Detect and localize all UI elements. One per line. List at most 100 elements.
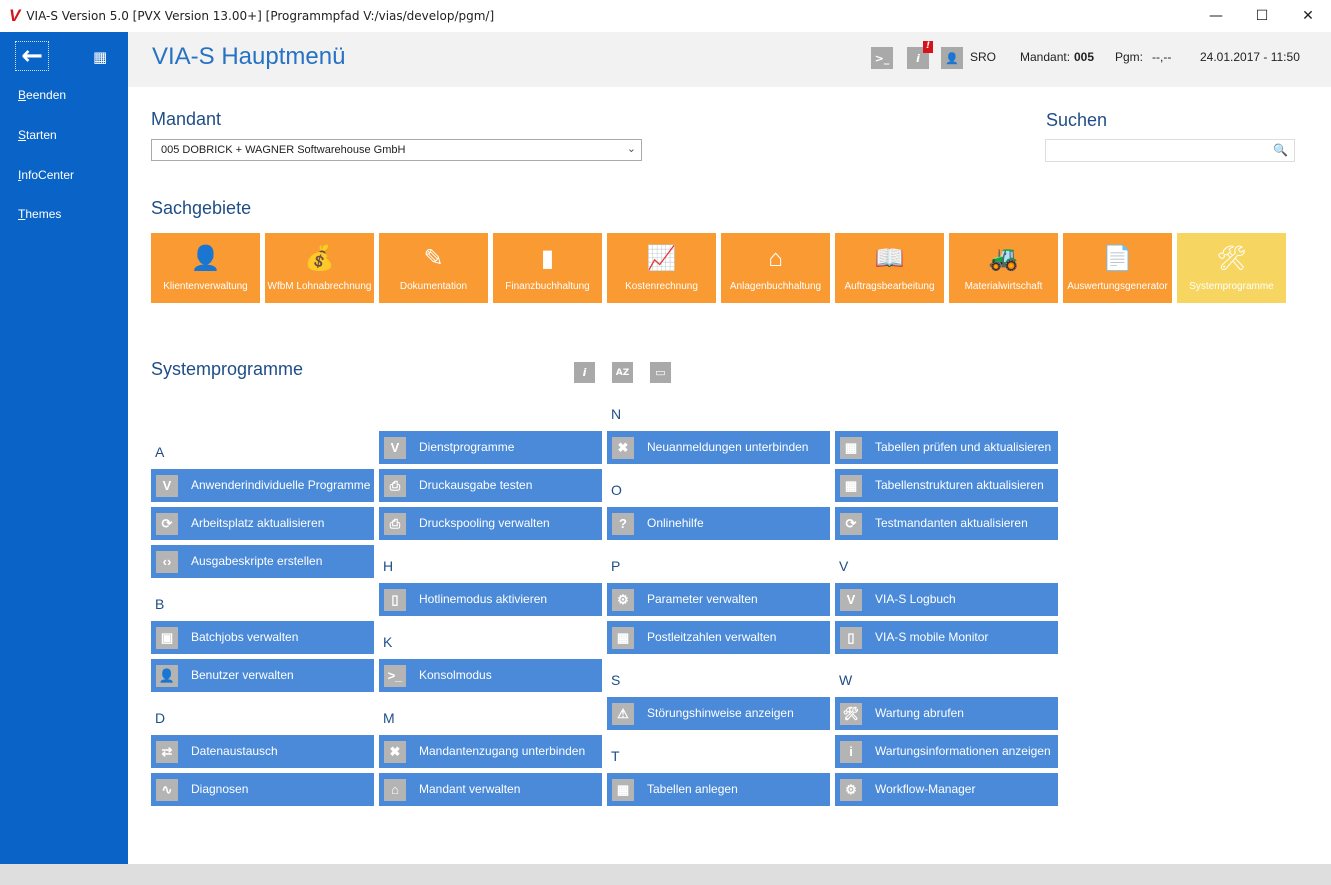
group-letter: N <box>611 406 622 422</box>
category-tile[interactable]: ▮ Finanzbuchhaltung <box>493 233 602 303</box>
program-tile[interactable]: ‹› Ausgabeskripte erstellen <box>151 545 374 578</box>
window-icon[interactable]: ▭ <box>650 362 671 383</box>
back-arrow-icon[interactable]: ← <box>15 41 49 71</box>
group-letter: M <box>383 710 395 726</box>
program-label: Konsolmodus <box>419 668 492 682</box>
category-tile[interactable]: 🚜 Materialwirtschaft <box>949 233 1058 303</box>
sidebar-item-themes[interactable]: Themes <box>18 207 61 221</box>
program-icon: ▦ <box>840 436 862 459</box>
minimize-button[interactable]: — <box>1193 0 1239 32</box>
program-label: Tabellenstrukturen aktualisieren <box>875 478 1044 492</box>
program-tile[interactable]: ∿ Diagnosen <box>151 773 374 806</box>
group-letter: W <box>839 672 853 688</box>
group-letter: V <box>839 558 849 574</box>
program-tile[interactable]: ✖ Mandantenzugang unterbinden <box>379 735 602 768</box>
category-tile[interactable]: 💰 WfbM Lohnabrechnung <box>265 233 374 303</box>
user-icon[interactable]: 👤 <box>941 47 963 69</box>
category-tile[interactable]: 🛠 Systemprogramme <box>1177 233 1286 303</box>
category-label: Systemprogramme <box>1189 281 1274 292</box>
program-tile[interactable]: ⚙ Parameter verwalten <box>607 583 830 616</box>
mandant-select[interactable]: 005 DOBRICK + WAGNER Softwarehouse GmbH ⌄ <box>151 139 642 161</box>
program-label: Batchjobs verwalten <box>191 630 299 644</box>
program-tile[interactable]: ⇄ Datenaustausch <box>151 735 374 768</box>
program-icon: ▯ <box>840 626 862 649</box>
group-letter: K <box>383 634 393 650</box>
category-icon: 📖 <box>874 245 905 272</box>
sidebar-item-starten[interactable]: Starten <box>18 128 57 142</box>
program-tile[interactable]: ⟳ Arbeitsplatz aktualisieren <box>151 507 374 540</box>
info-alert-icon[interactable]: i! <box>907 41 933 69</box>
program-icon: ⟳ <box>840 512 862 535</box>
category-tile[interactable]: ✎ Dokumentation <box>379 233 488 303</box>
program-tile[interactable]: ⌂ Mandant verwalten <box>379 773 602 806</box>
program-tile[interactable]: ⎙ Druckspooling verwalten <box>379 507 602 540</box>
sort-az-icon[interactable]: AZ <box>612 362 633 383</box>
program-tile[interactable]: ⎙ Druckausgabe testen <box>379 469 602 502</box>
program-tile[interactable]: V VIA-S Logbuch <box>835 583 1058 616</box>
program-tile[interactable]: ▦ Tabellen anlegen <box>607 773 830 806</box>
category-label: Auswertungsgenerator <box>1067 281 1168 292</box>
category-label: WfbM Lohnabrechnung <box>267 281 372 292</box>
header: VIA-S Hauptmenü >_ i! 👤 SRO Mandant: 005… <box>128 32 1331 87</box>
mandant-value: 005 <box>1074 50 1095 64</box>
program-label: Testmandanten aktualisieren <box>875 516 1028 530</box>
info-icon[interactable]: i <box>574 362 595 383</box>
pgm-value: --,-- <box>1152 50 1172 64</box>
program-label: Arbeitsplatz aktualisieren <box>191 516 325 530</box>
maximize-button[interactable]: ☐ <box>1239 0 1285 32</box>
program-icon: i <box>840 740 862 763</box>
program-tile[interactable]: V Dienstprogramme <box>379 431 602 464</box>
program-tile[interactable]: ▦ Tabellenstrukturen aktualisieren <box>835 469 1058 502</box>
label: nfoCenter <box>21 168 75 182</box>
program-tile[interactable]: i Wartungsinformationen anzeigen <box>835 735 1058 768</box>
program-tile[interactable]: ▦ Tabellen prüfen und aktualisieren <box>835 431 1058 464</box>
category-icon: 💰 <box>304 245 335 272</box>
program-tile[interactable]: ⟳ Testmandanten aktualisieren <box>835 507 1058 540</box>
sidebar-item-beenden[interactable]: Beenden <box>18 88 66 102</box>
category-tile[interactable]: 📈 Kostenrechnung <box>607 233 716 303</box>
accesskey: S <box>18 128 27 142</box>
program-tile[interactable]: 🛠 Wartung abrufen <box>835 697 1058 730</box>
program-tile[interactable]: ⚙ Workflow-Manager <box>835 773 1058 806</box>
category-tile[interactable]: ⌂ Anlagenbuchhaltung <box>721 233 830 303</box>
category-tile[interactable]: 👤 Klientenverwaltung <box>151 233 260 303</box>
apps-grid-icon[interactable]: ▦ <box>93 48 107 66</box>
program-tile[interactable]: ✖ Neuanmeldungen unterbinden <box>607 431 830 464</box>
program-label: Tabellen prüfen und aktualisieren <box>875 440 1052 454</box>
program-tile[interactable]: V Anwenderindividuelle Programme <box>151 469 374 502</box>
label: eenden <box>26 88 67 102</box>
console-icon[interactable]: >_ <box>871 47 893 69</box>
page-title: VIA-S Hauptmenü <box>152 43 346 70</box>
close-button[interactable]: ✕ <box>1285 0 1331 32</box>
sidebar-item-infocenter[interactable]: InfoCenter <box>18 168 74 182</box>
program-icon: ⚠ <box>612 702 634 725</box>
chevron-down-icon: ⌄ <box>626 143 636 155</box>
category-label: Dokumentation <box>399 281 468 292</box>
program-icon: ⚙ <box>840 778 862 801</box>
program-icon: ∿ <box>156 778 178 801</box>
program-tile[interactable]: 👤 Benutzer verwalten <box>151 659 374 692</box>
search-icon[interactable]: 🔍 <box>1273 143 1288 157</box>
search-input[interactable]: 🔍 <box>1045 139 1295 162</box>
program-tile[interactable]: ⚠ Störungshinweise anzeigen <box>607 697 830 730</box>
program-label: Druckausgabe testen <box>419 478 533 492</box>
program-tile[interactable]: >_ Konsolmodus <box>379 659 602 692</box>
category-tile[interactable]: 📄 Auswertungsgenerator <box>1063 233 1172 303</box>
accesskey: B <box>18 88 27 102</box>
section-title: Systemprogramme <box>151 359 304 379</box>
group-letter: B <box>155 596 165 612</box>
category-tile[interactable]: 📖 Auftragsbearbeitung <box>835 233 944 303</box>
status-bar <box>0 864 1331 885</box>
program-icon: ▣ <box>156 626 178 649</box>
program-tile[interactable]: ? Onlinehilfe <box>607 507 830 540</box>
group-letter: A <box>155 444 165 460</box>
program-icon: ▯ <box>384 588 406 611</box>
category-label: Materialwirtschaft <box>964 281 1043 292</box>
program-tile[interactable]: ▯ Hotlinemodus aktivieren <box>379 583 602 616</box>
program-tile[interactable]: ▯ VIA-S mobile Monitor <box>835 621 1058 654</box>
category-icon: ✎ <box>423 245 444 272</box>
program-tile[interactable]: ▣ Batchjobs verwalten <box>151 621 374 654</box>
program-label: Wartung abrufen <box>875 706 964 720</box>
program-tile[interactable]: ▦ Postleitzahlen verwalten <box>607 621 830 654</box>
program-label: Ausgabeskripte erstellen <box>191 554 323 568</box>
